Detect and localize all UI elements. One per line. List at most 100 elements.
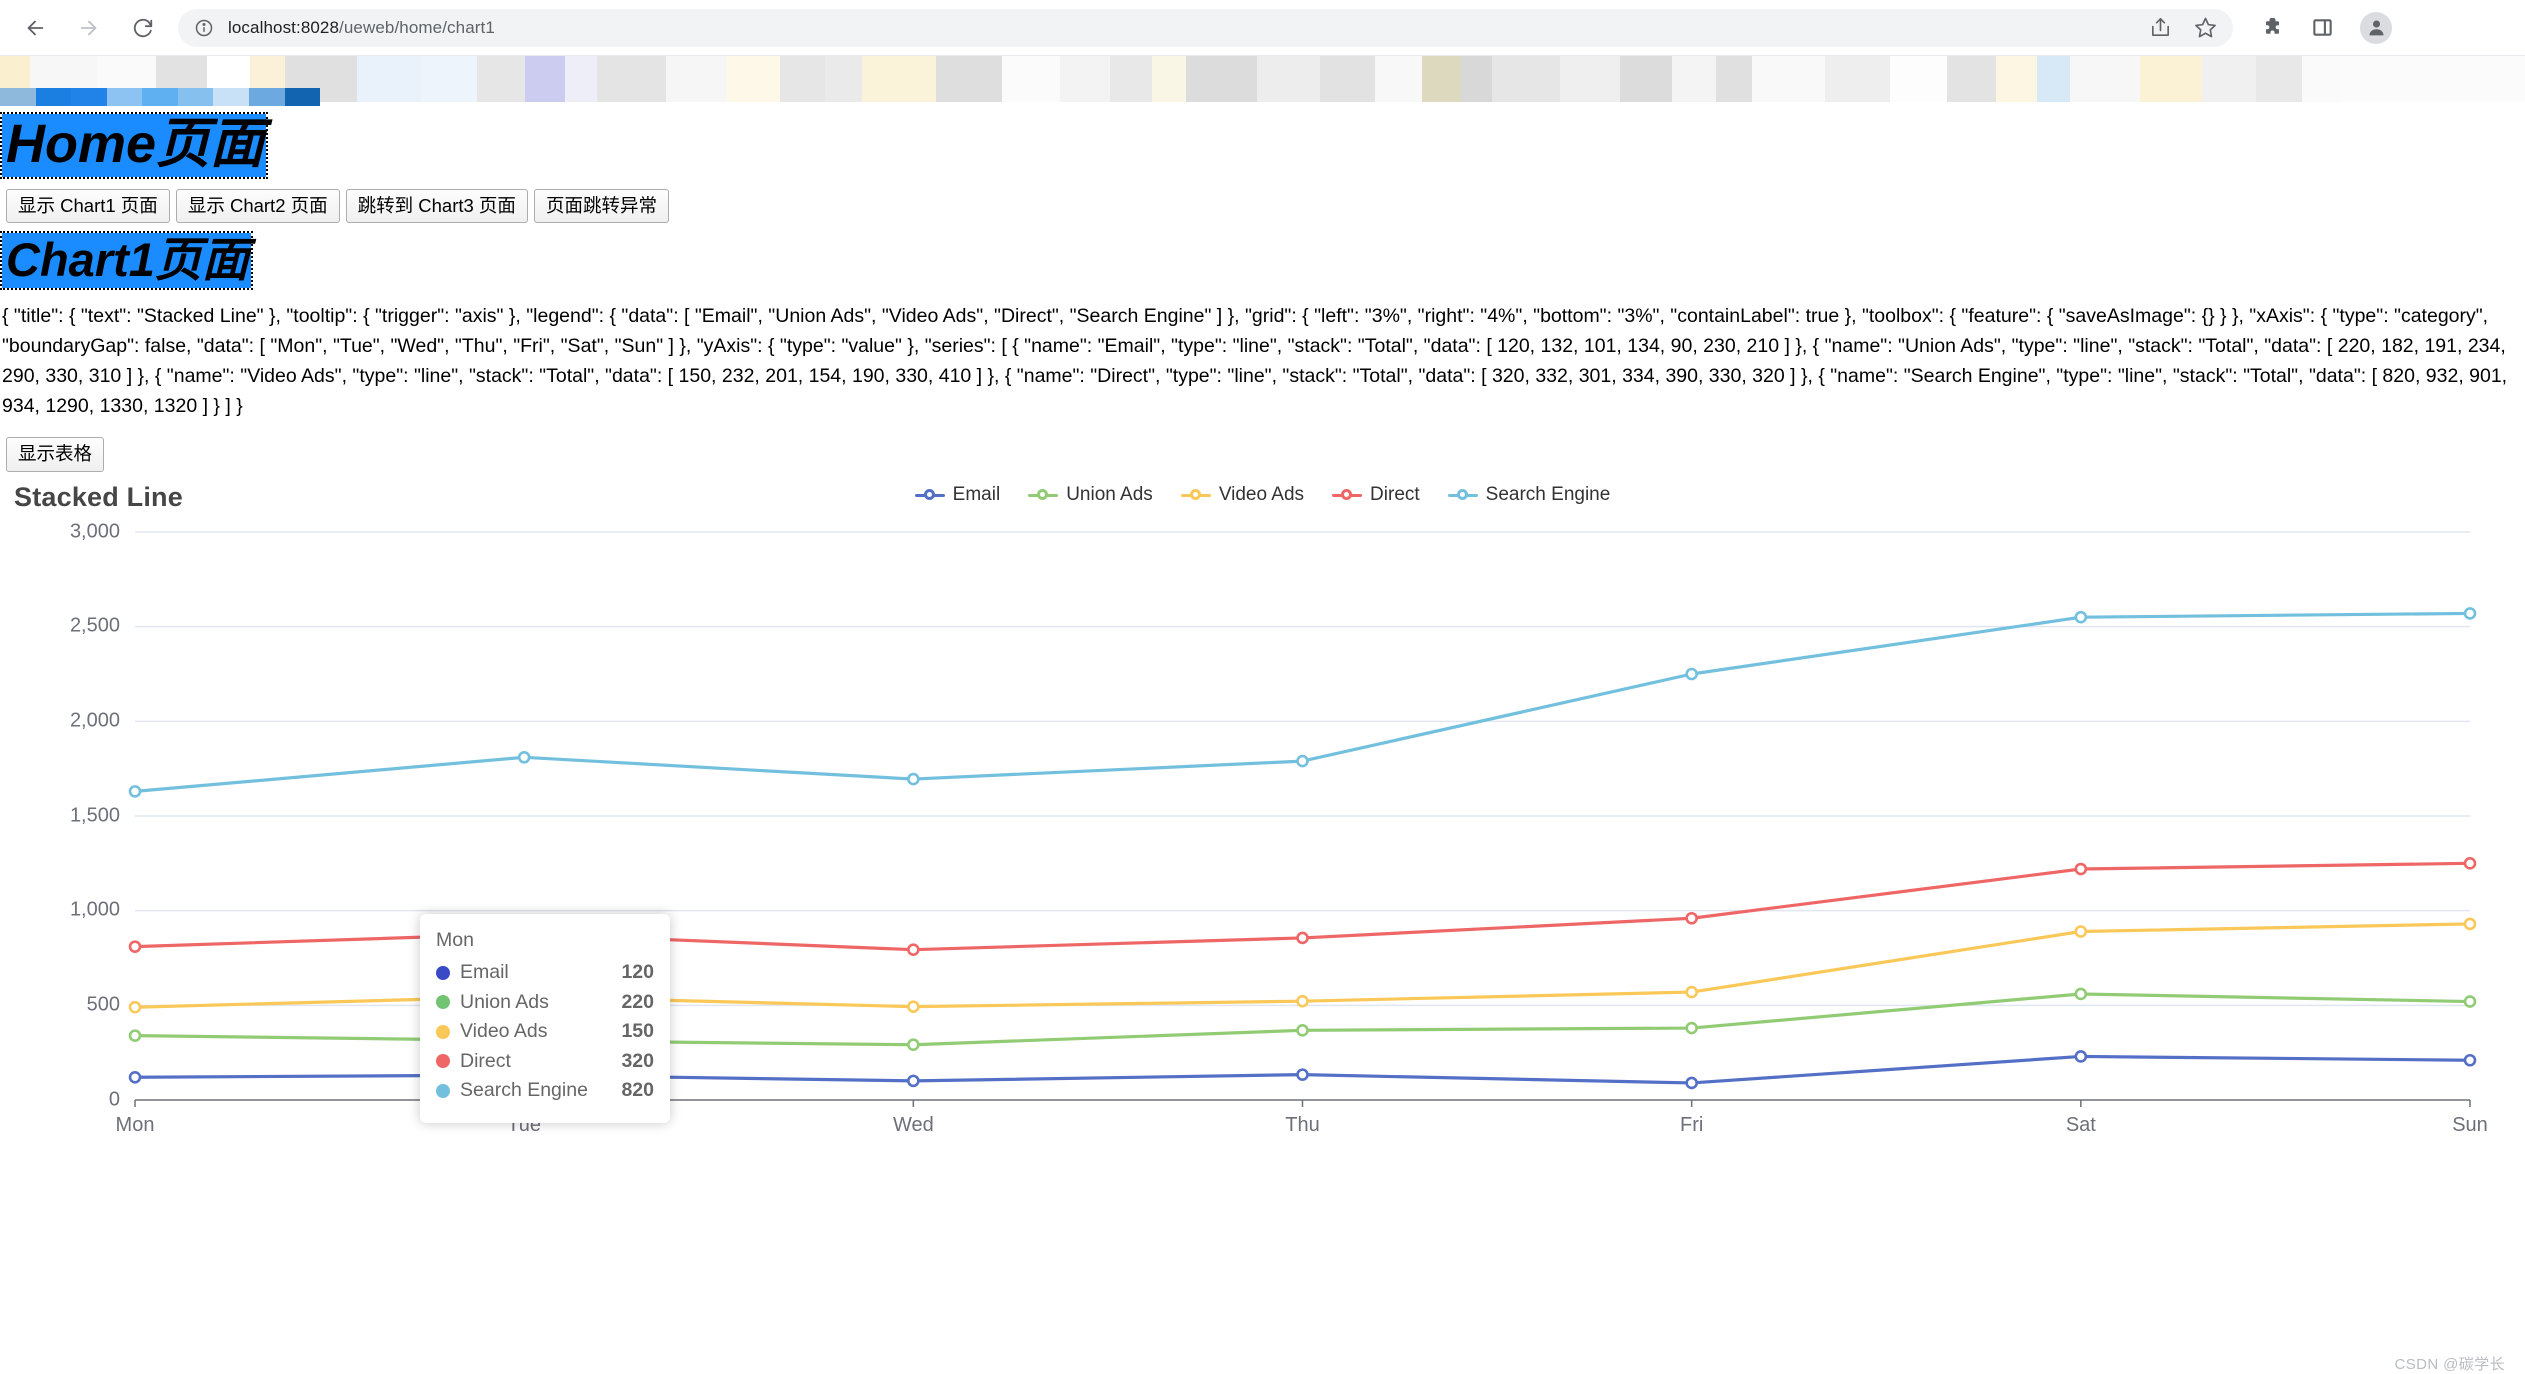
- legend-item-union-ads[interactable]: Union Ads: [1028, 484, 1153, 506]
- y-axis-tick-label: 2,000: [69, 709, 120, 732]
- series-point: [1296, 754, 1309, 767]
- bookmark-band: [2037, 56, 2070, 102]
- share-icon[interactable]: [2149, 16, 2172, 39]
- bookmark-band: [727, 56, 780, 102]
- tooltip-series-dot-icon: [436, 1024, 450, 1039]
- legend-marker-icon: [1180, 487, 1211, 503]
- bookmark-band: [1110, 56, 1152, 102]
- series-point: [1685, 1021, 1698, 1034]
- series-point: [2463, 606, 2477, 620]
- series-point: [1685, 911, 1698, 925]
- forward-arrow-icon[interactable]: [72, 11, 106, 45]
- chart-plot-area: 0 500 1,000 1,500 2,000 2,500 3,000 Mon Tue Wed Th…: [0, 520, 2525, 1176]
- bookmark-band: [2302, 56, 2340, 102]
- x-axis-tick-label: Sun: [2452, 1113, 2488, 1136]
- bookmark-band: [1002, 56, 1060, 102]
- series-point: [1296, 1023, 1309, 1037]
- series-point: [907, 1074, 920, 1087]
- bookmark-band: [1492, 56, 1560, 102]
- address-bar-url: localhost:8028/ueweb/home/chart1: [228, 18, 495, 38]
- show-chart2-button[interactable]: 显示 Chart2 页面: [175, 188, 340, 223]
- browser-action-icons: [2261, 11, 2392, 44]
- tooltip-series-dot-icon: [436, 1054, 450, 1068]
- tooltip-series-dot-icon: [436, 965, 450, 980]
- tooltip-series-name: Video Ads: [460, 1020, 548, 1042]
- show-chart1-button[interactable]: 显示 Chart1 页面: [6, 188, 170, 223]
- tooltip-series-value: 320: [621, 1049, 654, 1072]
- page-content: Home页面 显示 Chart1 页面 显示 Chart2 页面 跳转到 Cha…: [0, 102, 2525, 1373]
- y-axis-tick-label: 2,500: [69, 614, 120, 637]
- legend-label: Union Ads: [1066, 483, 1153, 505]
- bookmark-band: [1996, 56, 2037, 102]
- profile-avatar-icon[interactable]: [2360, 11, 2392, 44]
- back-arrow-icon[interactable]: [18, 11, 52, 45]
- bookmark-band: [825, 56, 862, 102]
- tooltip-series-value: 820: [621, 1079, 654, 1101]
- legend-item-video-ads[interactable]: Video Ads: [1180, 483, 1305, 506]
- bookmark-band: [1947, 56, 1996, 102]
- show-table-button[interactable]: 显示表格: [6, 437, 105, 472]
- bookmark-band: [357, 56, 421, 102]
- navigation-error-button[interactable]: 页面跳转异常: [533, 188, 669, 223]
- browser-nav-buttons: [18, 11, 160, 45]
- series-point: [907, 772, 920, 785]
- tooltip-series-name: Union Ads: [460, 990, 549, 1013]
- legend-label: Video Ads: [1218, 483, 1305, 505]
- series-point: [1296, 931, 1309, 944]
- bookmark-band: [780, 56, 825, 102]
- table-button-row: 显示表格: [6, 437, 2525, 472]
- legend-marker-icon: [1332, 487, 1363, 503]
- bookmark-band: [1186, 56, 1257, 102]
- series-point: [2463, 994, 2477, 1008]
- legend-item-search-engine[interactable]: Search Engine: [1447, 484, 1610, 506]
- browser-toolbar: localhost:8028/ueweb/home/chart1: [0, 0, 2525, 56]
- bookmark-band: [477, 56, 525, 102]
- legend-item-email[interactable]: Email: [914, 483, 1001, 506]
- series-point: [128, 1028, 142, 1042]
- bookmark-band: [2070, 56, 2140, 102]
- series-point: [1685, 667, 1698, 680]
- tooltip-series-value: 120: [621, 961, 654, 983]
- x-axis-tick-label: Sat: [2065, 1113, 2096, 1136]
- tooltip-series-name: Direct: [460, 1049, 511, 1072]
- series-point: [2074, 862, 2088, 875]
- bookmark-band: [1422, 56, 1461, 102]
- watermark: CSDN @碳学长: [2394, 1356, 2505, 1373]
- bookmark-band: [565, 56, 597, 102]
- y-axis-tick-label: 500: [86, 993, 120, 1016]
- omnibox-actions: [2135, 16, 2217, 39]
- stacked-line-chart: Stacked Line Email Union Ads Video Ads Dire…: [0, 476, 2525, 1176]
- legend-item-direct[interactable]: Direct: [1332, 484, 1420, 506]
- star-icon[interactable]: [2194, 16, 2217, 39]
- bookmark-band: [1620, 56, 1672, 102]
- y-axis-tick-label: 0: [108, 1088, 120, 1111]
- bookmark-band: [1320, 56, 1375, 102]
- series-point: [907, 942, 920, 956]
- side-panel-icon[interactable]: [2311, 16, 2334, 39]
- series-point: [128, 1000, 142, 1014]
- site-info-icon[interactable]: [194, 18, 214, 38]
- goto-chart3-button[interactable]: 跳转到 Chart3 页面: [345, 188, 528, 223]
- bookmark-band: [2256, 56, 2302, 102]
- bookmark-band: [1672, 56, 1716, 102]
- bookmark-band: [1257, 56, 1320, 102]
- bookmark-band: [936, 56, 1002, 102]
- legend-marker-icon: [1447, 487, 1478, 503]
- nav-button-row: 显示 Chart1 页面 显示 Chart2 页面 跳转到 Chart3 页面 …: [6, 188, 2525, 223]
- legend-label: Email: [952, 483, 1001, 505]
- series-point: [128, 939, 142, 953]
- address-bar[interactable]: localhost:8028/ueweb/home/chart1: [178, 8, 2233, 47]
- bookmark-band: [1890, 56, 1947, 102]
- tooltip-series-name: Email: [460, 961, 509, 983]
- chart-legend: Email Union Ads Video Ads Direct Search Engi…: [0, 484, 2525, 506]
- bookmark-band: [1152, 56, 1186, 102]
- bookmark-band: [1060, 56, 1110, 102]
- bookmark-band: [862, 56, 936, 102]
- puzzle-icon[interactable]: [2261, 16, 2285, 40]
- bookmark-band: [2202, 56, 2256, 102]
- reload-icon[interactable]: [126, 11, 160, 45]
- series-point: [907, 1038, 920, 1051]
- series-point: [2074, 610, 2088, 624]
- tooltip-title: Mon: [436, 929, 474, 951]
- series-point: [1685, 985, 1698, 998]
